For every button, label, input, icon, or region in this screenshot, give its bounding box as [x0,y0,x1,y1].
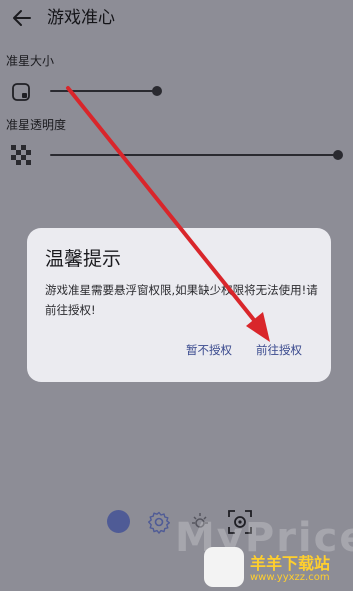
opacity-slider-thumb[interactable] [333,150,343,160]
dialog-message: 游戏准星需要悬浮窗权限,如果缺少权限将无法使用!请前往授权! [45,283,318,317]
permission-dialog: 温馨提示 游戏准星需要悬浮窗权限,如果缺少权限将无法使用!请前往授权! 暂不授权… [27,228,331,382]
opacity-slider-track[interactable] [50,154,338,156]
authorize-button[interactable]: 前往授权 [256,342,302,358]
deny-button[interactable]: 暂不授权 [186,342,232,358]
watermark-logo [204,547,244,587]
crosshair-size-icon [11,82,31,102]
watermark-site-url: www.yyxzz.com [250,572,330,583]
app-screen: 游戏准心 准星大小 准星透明度 温馨提示 游戏准星需要悬浮窗权限,如果缺少权限将… [0,0,353,591]
size-label: 准星大小 [6,54,55,68]
size-slider-thumb[interactable] [151,86,162,96]
watermark-site-name: 羊羊下载站 [250,554,331,573]
size-slider-track[interactable] [50,90,157,92]
color-dot-icon[interactable] [107,510,130,533]
settings-icon[interactable] [147,510,171,534]
checkerboard-icon [11,145,31,165]
top-bar: 游戏准心 [0,0,353,40]
opacity-label: 准星透明度 [6,118,67,132]
page-title: 游戏准心 [47,8,115,28]
dialog-title: 温馨提示 [45,248,122,270]
arrow-left-icon[interactable] [10,6,34,30]
